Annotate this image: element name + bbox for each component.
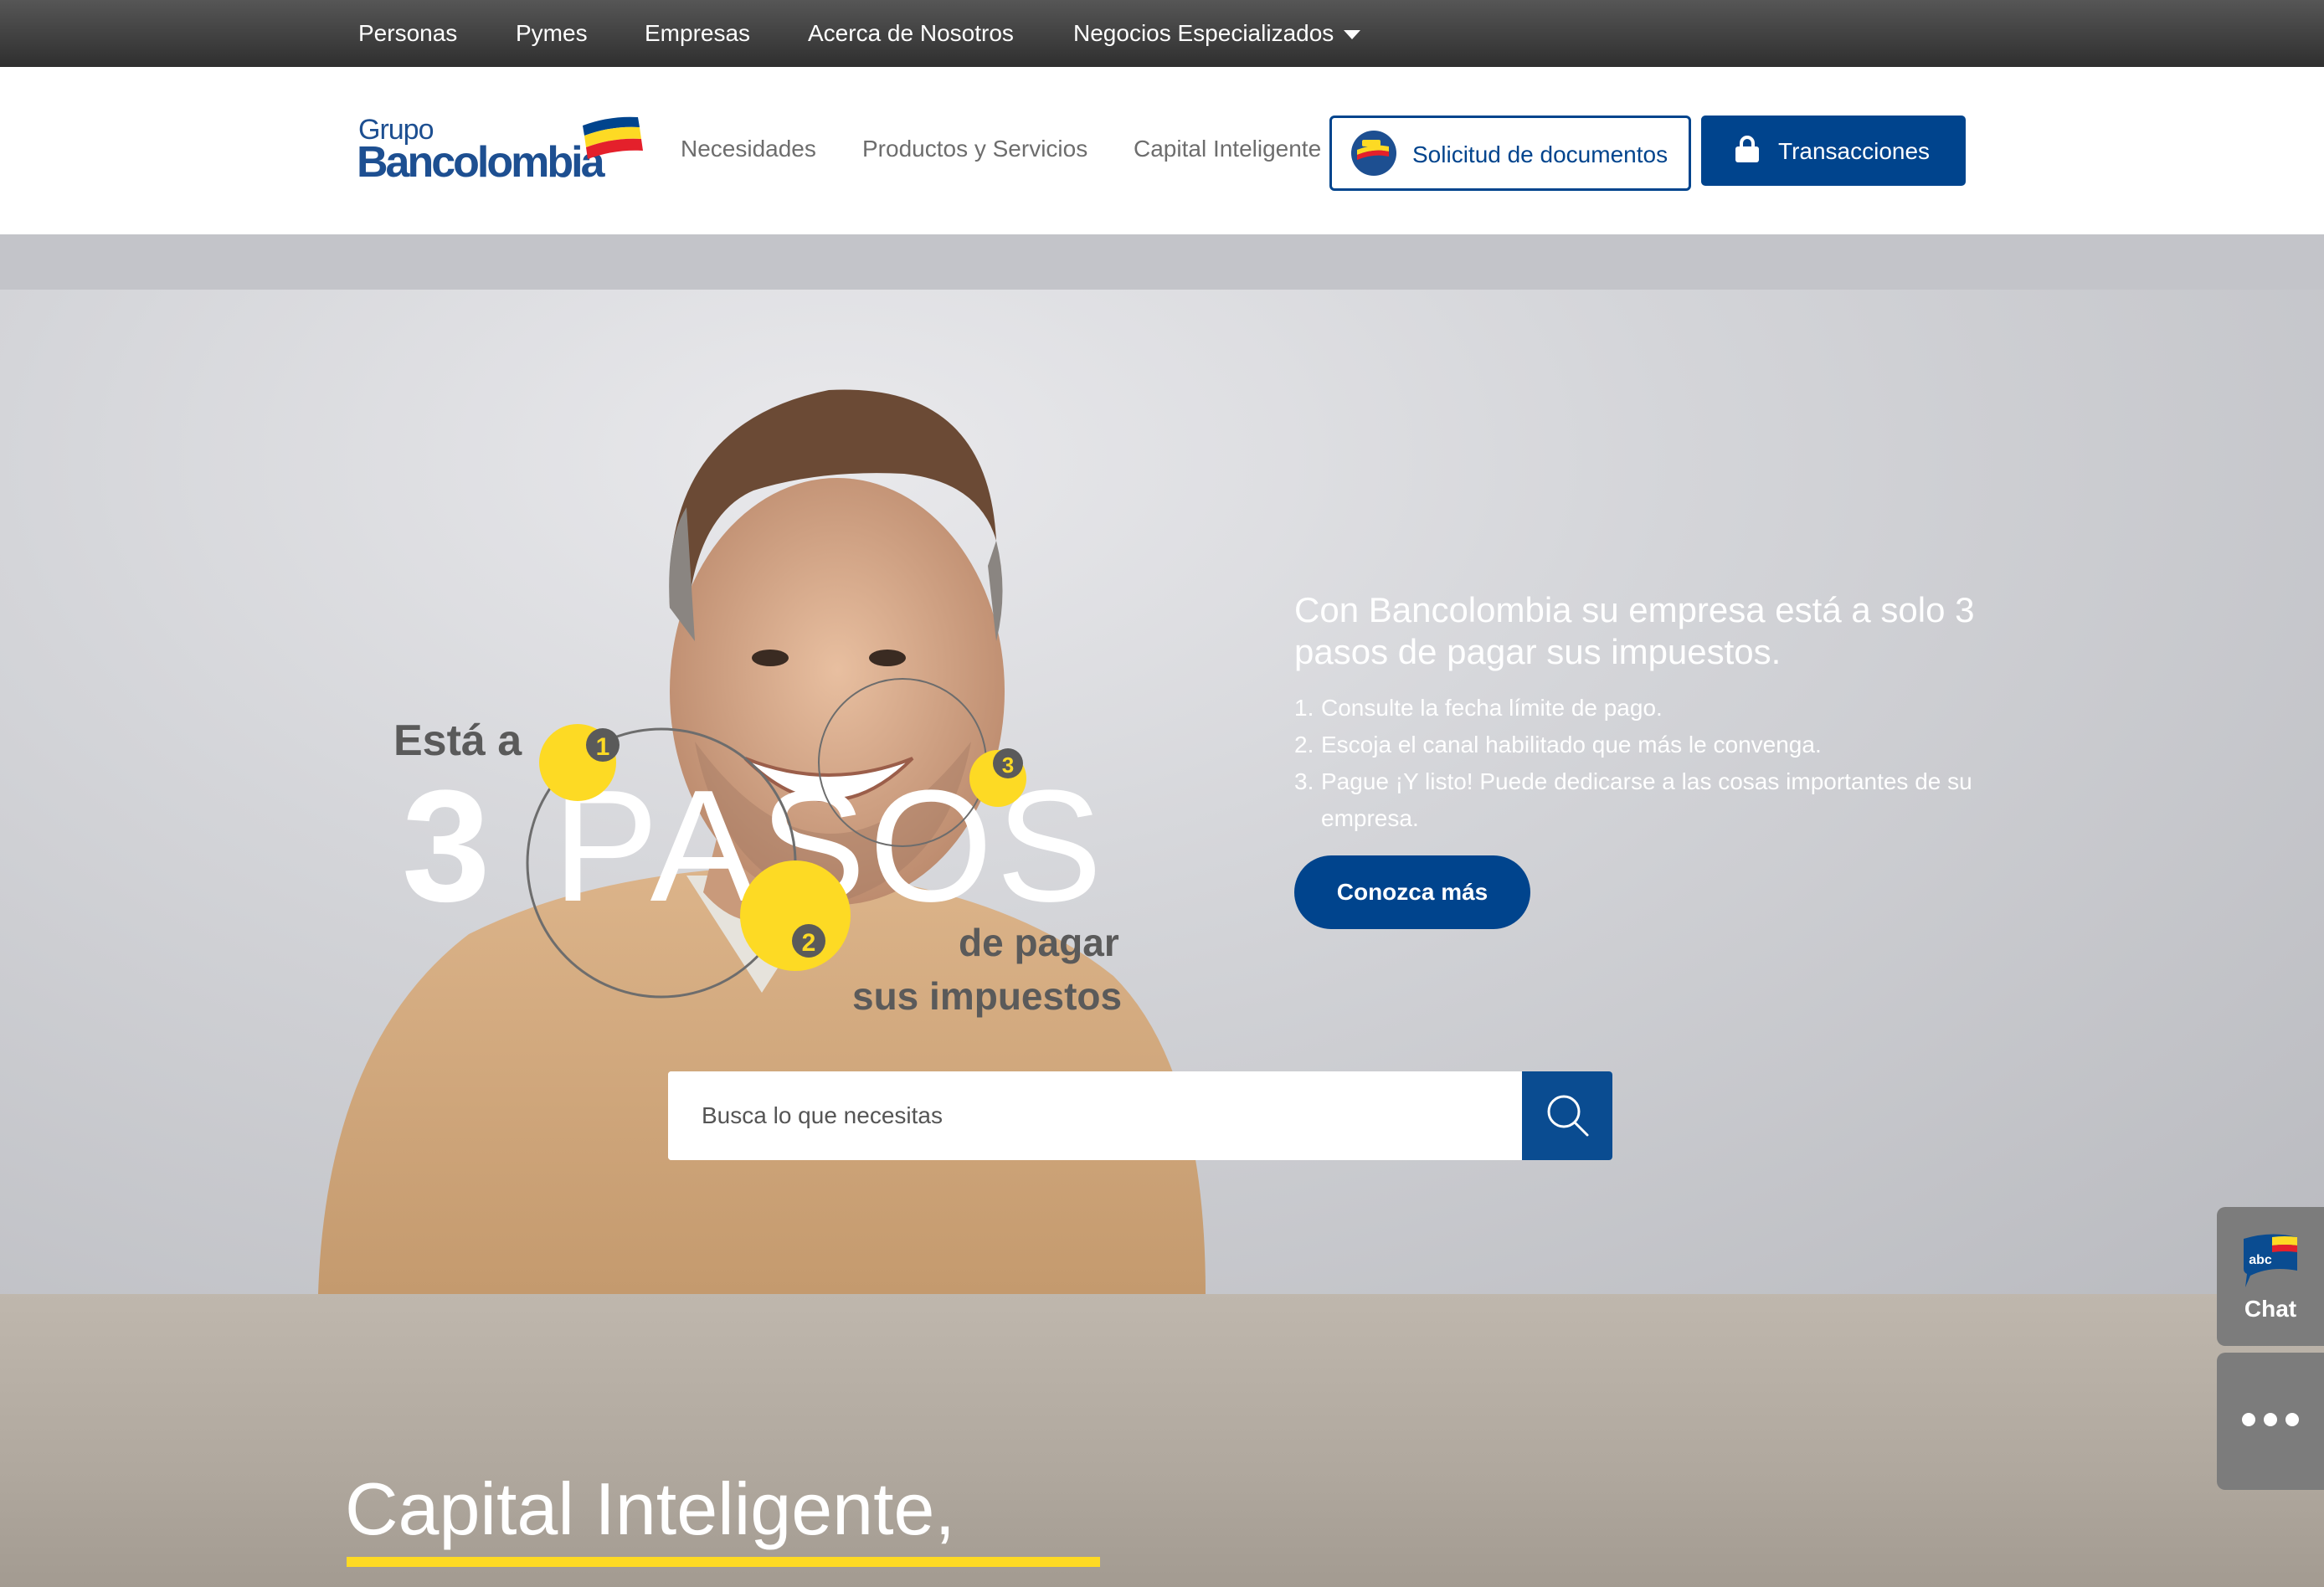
image-text-de-pagar: de pagar [959,921,1119,964]
search-input[interactable] [668,1071,1522,1160]
more-dots-icon [2264,1413,2277,1426]
hero-step-number: 3. [1294,768,1314,794]
image-text-number: 3 [402,758,491,935]
learn-more-button[interactable]: Conozca más [1294,855,1530,929]
hero-step-text: Escoja el canal habilitado que más le co… [1321,732,1822,758]
search-icon [1547,1095,1589,1137]
chat-badge-text: abc [2249,1253,2272,1267]
more-dots-icon [2285,1413,2299,1426]
hero-step-item: 3. Pague ¡Y listo! Puede dedicarse a las… [1294,763,2014,837]
more-dots-icon [2242,1413,2255,1426]
image-step-1: 1 [596,733,610,761]
logo-bancolombia-text: Bancolombia [357,138,604,187]
hero-step-number: 1. [1294,695,1314,721]
transactions-button[interactable]: Transacciones [1701,116,1966,186]
hero-top-strip [0,234,2324,290]
search-button[interactable] [1522,1071,1612,1160]
bancolombia-logo[interactable]: Grupo Bancolombia [357,114,643,189]
hero-banner: Está a 3 PASOS de pagar sus impuestos 1 … [0,290,2324,1294]
request-documents-label: Solicitud de documentos [1412,141,1668,167]
section-title-underline [347,1557,1100,1567]
hero-step-text: Consulte la fecha límite de pago. [1321,695,1663,721]
hero-step-item: 1. Consulte la fecha límite de pago. [1294,690,2014,727]
bancolombia-flag-icon [583,116,643,159]
hero-step-text: Pague ¡Y listo! Puede dedicarse a las co… [1321,768,1972,831]
main-header: Grupo Bancolombia Necesidades Productos … [0,67,2324,234]
image-text-sus-impuestos: sus impuestos [852,974,1122,1018]
topbar-dropdown-negocios[interactable]: Negocios Especializados [1073,0,1361,67]
topbar-link-pymes[interactable]: Pymes [516,0,588,67]
chat-bubble-icon: abc [2244,1234,2297,1287]
documents-chat-icon [1351,131,1396,176]
more-options-button[interactable] [2217,1353,2324,1490]
nav-link-productos-servicios[interactable]: Productos y Servicios [862,136,1087,162]
capital-inteligente-section: Capital Inteligente, [0,1294,2324,1587]
topbar-link-empresas[interactable]: Empresas [645,0,750,67]
transactions-label: Transacciones [1778,138,1931,164]
nav-link-capital-inteligente[interactable]: Capital Inteligente [1134,136,1321,162]
chat-label: Chat [2244,1296,2297,1322]
search-bar [668,1071,1612,1160]
topbar-link-personas[interactable]: Personas [358,0,457,67]
hero-title: Con Bancolombia su empresa está a solo 3… [1294,590,1975,671]
hero-steps-list: 1. Consulte la fecha límite de pago. 2. … [1294,690,2014,837]
topbar-link-acerca[interactable]: Acerca de Nosotros [808,0,1014,67]
nav-link-necesidades[interactable]: Necesidades [681,136,816,162]
image-step-3: 3 [1002,752,1014,778]
caret-down-icon [1344,30,1361,40]
hero-step-item: 2. Escoja el canal habilitado que más le… [1294,727,2014,763]
section-title: Capital Inteligente, [345,1467,955,1550]
request-documents-button[interactable]: Solicitud de documentos [1329,116,1691,191]
hero-step-number: 2. [1294,732,1314,758]
top-navigation-bar: Personas Pymes Empresas Acerca de Nosotr… [0,0,2324,67]
chat-widget-button[interactable]: abc Chat [2217,1207,2324,1346]
lock-icon [1735,136,1759,162]
image-step-2: 2 [802,929,816,957]
topbar-dropdown-label: Negocios Especializados [1073,20,1334,46]
